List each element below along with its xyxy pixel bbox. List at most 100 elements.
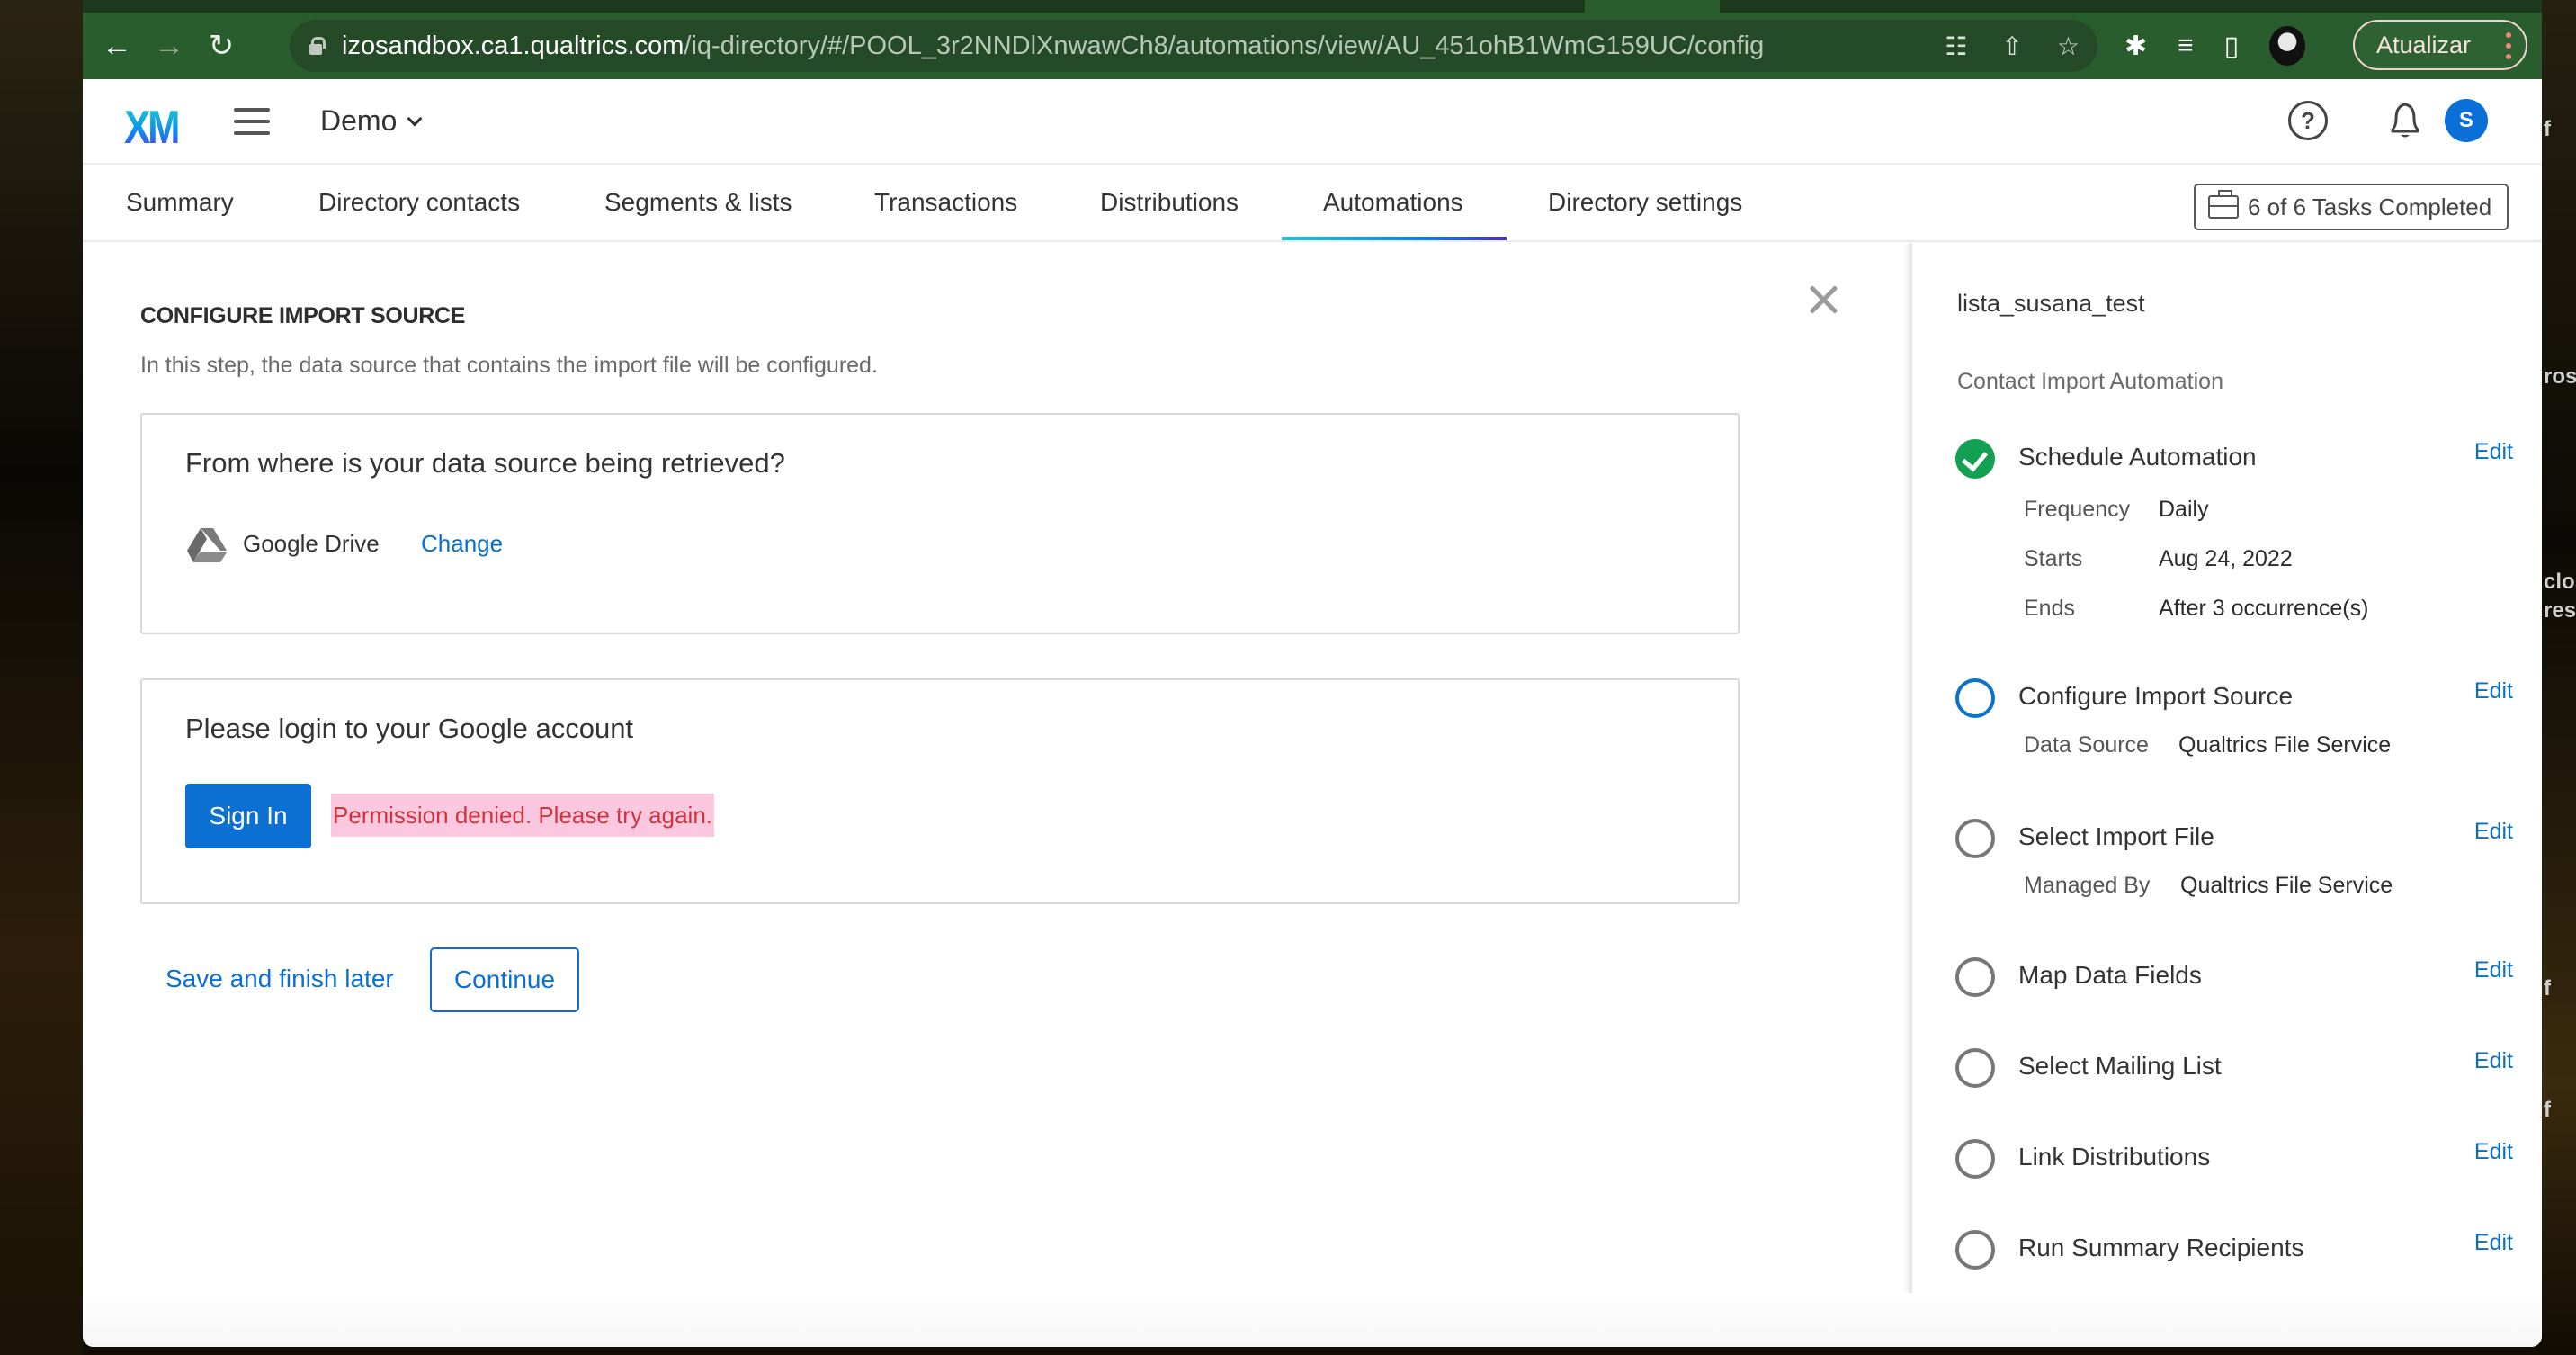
login-prompt: Please login to your Google account (185, 713, 634, 744)
current-step-circle-icon (1955, 678, 1995, 718)
reload-icon[interactable]: ↻ (203, 28, 239, 64)
update-label: Atualizar (2376, 31, 2472, 58)
google-login-card: Please login to your Google account Sign… (140, 678, 1740, 904)
lock-icon[interactable] (309, 37, 326, 55)
page-bottom-fade (83, 1293, 2542, 1347)
step-label: Select Mailing List (2018, 1052, 2222, 1080)
desktop-background-left (0, 0, 83, 1355)
background-text: f (2544, 1098, 2551, 1122)
browser-tab-strip (83, 0, 2542, 13)
update-button[interactable]: Atualizar (2353, 20, 2527, 70)
tasks-completed-button[interactable]: 6 of 6 Tasks Completed (2194, 184, 2509, 230)
bell-icon[interactable] (2387, 99, 2423, 142)
edit-schedule-link[interactable]: Edit (2474, 439, 2513, 465)
edit-import-file-link[interactable]: Edit (2474, 819, 2513, 845)
xm-logo[interactable]: XM (124, 101, 181, 155)
forward-icon[interactable]: → (151, 28, 187, 64)
active-browser-tab[interactable] (1585, 0, 1720, 13)
profile-icon[interactable] (2269, 26, 2306, 66)
page-title: CONFIGURE IMPORT SOURCE (140, 303, 466, 328)
step-label: Run Summary Recipients (2018, 1234, 2304, 1261)
project-selector[interactable]: Demo (320, 104, 423, 138)
help-icon[interactable]: ? (2288, 101, 2328, 140)
desktop-background-right: f ros clos res. f f (2542, 0, 2576, 1355)
browser-window: ← → ↻ izosandbox.ca1.qualtrics.com/iq-di… (83, 0, 2542, 1347)
share-icon[interactable]: ⇧ (2001, 31, 2022, 61)
background-text: f (2544, 117, 2551, 141)
browser-toolbar: ← → ↻ izosandbox.ca1.qualtrics.com/iq-di… (83, 13, 2542, 79)
data-source-card: From where is your data source being ret… (140, 413, 1740, 634)
data-source-name: Google Drive (243, 530, 380, 557)
automation-steps-panel: lista_susana_test Contact Import Automat… (1909, 243, 2542, 1314)
back-icon[interactable]: ← (99, 28, 135, 64)
automation-name: lista_susana_test (1957, 290, 2145, 317)
tab-segments-lists[interactable]: Segments & lists (604, 188, 792, 217)
url-host: izosandbox.ca1.qualtrics.com (342, 31, 684, 60)
step-detail: Managed By Qualtrics File Service (2024, 873, 2393, 899)
edit-summary-recipients-link[interactable]: Edit (2474, 1230, 2513, 1256)
app-header: XM Demo ? S (83, 79, 2542, 165)
user-avatar[interactable]: S (2445, 99, 2488, 142)
briefcase-icon (2208, 190, 2239, 219)
page-description: In this step, the data source that conta… (140, 353, 878, 378)
detail-key: Managed By (2024, 873, 2151, 898)
background-text: f (2544, 976, 2551, 1001)
star-icon[interactable]: ☆ (2057, 31, 2080, 61)
detail-value: Qualtrics File Service (2180, 873, 2393, 898)
step-detail: Starts Aug 24, 2022 (2024, 546, 2293, 572)
detail-key: Frequency (2024, 497, 2131, 522)
tab-transactions[interactable]: Transactions (874, 188, 1017, 217)
edit-map-fields-link[interactable]: Edit (2474, 957, 2513, 983)
step-label: Configure Import Source (2018, 682, 2294, 710)
step-label: Link Distributions (2018, 1143, 2211, 1171)
data-source-question: From where is your data source being ret… (185, 447, 785, 479)
pending-step-circle-icon (1955, 1048, 1995, 1088)
pending-step-circle-icon (1955, 957, 1995, 997)
step-detail: Data Source Qualtrics File Service (2024, 732, 2391, 758)
active-tab-indicator (1282, 237, 1507, 240)
save-and-finish-later-link[interactable]: Save and finish later (165, 965, 394, 993)
sign-in-button[interactable]: Sign In (185, 784, 311, 848)
project-name: Demo (320, 104, 398, 137)
edit-distributions-link[interactable]: Edit (2474, 1139, 2513, 1165)
extensions-icon[interactable]: ✱ (2124, 31, 2147, 62)
step-label: Map Data Fields (2018, 961, 2202, 989)
url-text[interactable]: izosandbox.ca1.qualtrics.com/iq-director… (342, 31, 1764, 61)
tab-directory-contacts[interactable]: Directory contacts (318, 188, 520, 217)
close-icon[interactable] (1808, 284, 1838, 315)
detail-value: Aug 24, 2022 (2159, 546, 2293, 571)
edit-import-source-link[interactable]: Edit (2474, 678, 2513, 704)
detail-value: Qualtrics File Service (2178, 732, 2392, 758)
step-label: Schedule Automation (2018, 443, 2257, 471)
detail-key: Ends (2024, 596, 2075, 621)
pending-step-circle-icon (1955, 819, 1995, 858)
side-panel-icon[interactable]: ▯ (2224, 31, 2240, 62)
more-icon[interactable] (2506, 32, 2511, 59)
tab-directory-settings[interactable]: Directory settings (1548, 188, 1742, 217)
change-source-link[interactable]: Change (421, 530, 503, 558)
pending-step-circle-icon (1955, 1139, 1995, 1179)
directory-tabs: Summary Directory contacts Segments & li… (83, 165, 2542, 242)
tab-distributions[interactable]: Distributions (1100, 188, 1239, 217)
continue-button[interactable]: Continue (430, 947, 579, 1012)
reading-list-icon[interactable]: ≡ (2178, 31, 2194, 61)
background-text: ros (2544, 364, 2576, 389)
tasks-completed-label: 6 of 6 Tasks Completed (2248, 193, 2492, 220)
pending-step-circle-icon (1955, 1230, 1995, 1270)
address-bar[interactable]: izosandbox.ca1.qualtrics.com/iq-director… (290, 20, 2097, 72)
url-path: /iq-directory/#/POOL_3r2NNDlXnwawCh8/aut… (684, 31, 1765, 60)
chevron-down-icon (407, 111, 423, 126)
detail-value: Daily (2159, 497, 2209, 522)
error-message: Permission denied. Please try again. (331, 794, 715, 837)
translate-icon[interactable]: ☷ (1945, 31, 1967, 61)
background-text: clos (2544, 570, 2576, 594)
hamburger-menu-icon[interactable] (234, 108, 270, 135)
tab-summary[interactable]: Summary (126, 188, 234, 217)
tab-automations[interactable]: Automations (1323, 188, 1463, 217)
edit-mailing-list-link[interactable]: Edit (2474, 1048, 2513, 1074)
check-circle-icon (1955, 439, 1995, 479)
google-drive-icon (187, 528, 227, 562)
background-text: res. (2544, 598, 2576, 623)
detail-key: Data Source (2024, 732, 2149, 758)
step-detail: Frequency Daily (2024, 497, 2209, 523)
